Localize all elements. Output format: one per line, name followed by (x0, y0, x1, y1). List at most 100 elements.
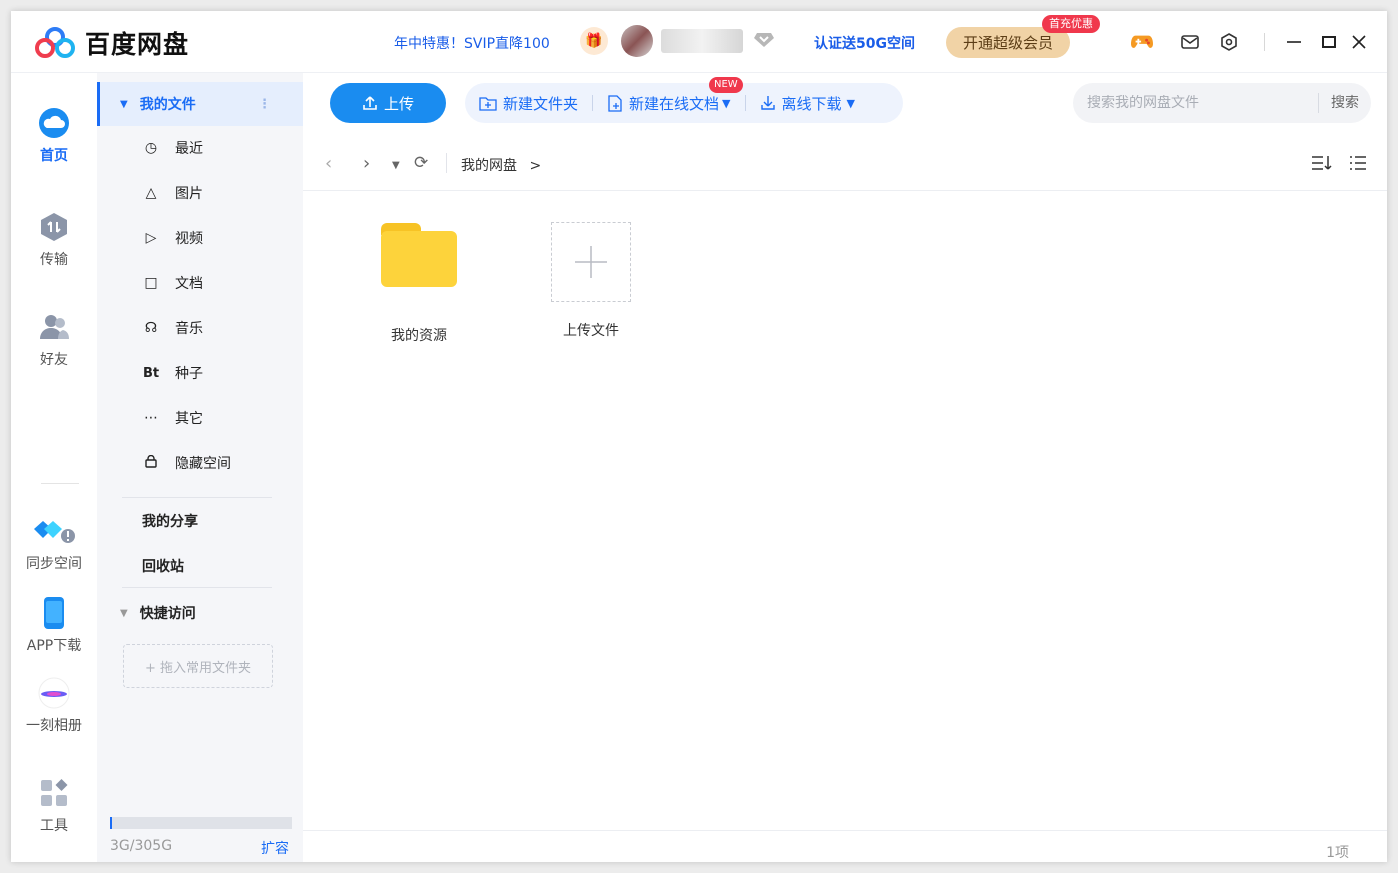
sidebar-item-images[interactable]: △ 图片 (97, 171, 303, 215)
game-icon[interactable] (1131, 31, 1153, 53)
rail-item-transfer[interactable]: 传输 (11, 211, 97, 269)
sidebar-item-recent[interactable]: ◷ 最近 (97, 126, 303, 170)
left-rail: 首页 传输 好友 同步空间 APP下载 一刻相册 工具 (11, 73, 97, 862)
quota-text: 3G/305G (110, 838, 173, 854)
image-icon: △ (145, 185, 157, 201)
upload-file-tile[interactable]: 上传文件 (536, 222, 646, 340)
sidebar-item-label: 视频 (175, 231, 203, 247)
certify-link[interactable]: 认证送50G空间 (814, 33, 915, 53)
minimize-icon[interactable] (1283, 31, 1305, 53)
rail-item-home[interactable]: 首页 (11, 107, 97, 165)
sidebar-recycle-label: 回收站 (142, 559, 184, 575)
diamond-icon[interactable] (753, 32, 775, 48)
file-name: 上传文件 (563, 323, 619, 339)
rail-item-sync[interactable]: 同步空间 (11, 515, 97, 573)
history-dropdown-icon[interactable]: ▼ (392, 160, 400, 171)
upload-label: 上传 (383, 94, 414, 113)
sidebar-item-recycle[interactable]: 回收站 (97, 544, 303, 588)
sidebar-item-videos[interactable]: ▷ 视频 (97, 216, 303, 260)
file-item-folder[interactable]: 我的资源 (364, 223, 474, 345)
cloud-icon (38, 107, 70, 139)
item-count: 1项 (1326, 845, 1349, 861)
mail-icon[interactable] (1179, 31, 1201, 53)
breadcrumb[interactable]: 我的网盘 > (461, 155, 541, 175)
document-icon: □ (144, 275, 158, 291)
rail-label-friends: 好友 (40, 352, 68, 368)
rail-label-album: 一刻相册 (26, 718, 82, 734)
breadcrumb-root[interactable]: 我的网盘 (461, 158, 517, 174)
new-folder-button[interactable]: 新建文件夹 (465, 83, 592, 123)
sidebar-my-files-label: 我的文件 (139, 97, 196, 113)
upload-button[interactable]: 上传 (330, 83, 446, 123)
back-icon[interactable]: ‹ (325, 153, 332, 174)
titlebar-separator (1264, 33, 1265, 51)
status-bar: 1项 (303, 830, 1387, 862)
sidebar-item-label: 其它 (175, 411, 203, 427)
plus-icon (551, 222, 631, 302)
maximize-icon[interactable] (1318, 31, 1340, 53)
navigation-bar: ‹ › ▼ ⟳ 我的网盘 > (303, 135, 1387, 191)
friends-icon (38, 311, 70, 343)
title-bar: 百度网盘 年中特惠！SVIP直降100 🎁 认证送50G空间 开通超级会员 首充… (11, 11, 1387, 73)
sync-icon (34, 515, 75, 547)
file-name: 我的资源 (391, 328, 447, 344)
avatar[interactable] (621, 25, 653, 57)
offline-download-button[interactable]: 离线下载 ▼ (746, 83, 869, 123)
rail-divider (41, 483, 79, 484)
baidu-netdisk-logo-icon (35, 27, 75, 58)
sort-icon[interactable] (1311, 155, 1333, 176)
clock-icon: ◷ (144, 140, 158, 156)
quick-access-drop-zone[interactable]: + 拖入常用文件夹 (123, 644, 273, 688)
new-folder-icon (479, 96, 497, 111)
promo-link[interactable]: 年中特惠！SVIP直降100 (394, 33, 550, 53)
forward-icon[interactable]: › (363, 153, 370, 174)
video-icon: ▷ (145, 230, 157, 246)
vip-badge: 首充优惠 (1042, 15, 1100, 33)
more-vertical-icon[interactable]: ⋮ (258, 97, 271, 112)
search-button[interactable]: 搜索 (1318, 93, 1371, 113)
new-doc-icon (608, 94, 622, 112)
nav-separator (446, 153, 447, 173)
phone-icon (38, 597, 70, 629)
sidebar-item-documents[interactable]: □ 文档 (97, 261, 303, 305)
sidebar-item-quick-access[interactable]: ▼ 快捷访问 (97, 591, 303, 635)
sidebar-item-hidden-space[interactable]: 隐藏空间 (97, 441, 303, 485)
sidebar-item-others[interactable]: ⋯ 其它 (97, 396, 303, 440)
settings-icon[interactable] (1218, 31, 1240, 53)
refresh-icon[interactable]: ⟳ (414, 153, 428, 173)
rail-label-app: APP下载 (26, 638, 82, 654)
sidebar-divider (122, 497, 272, 498)
expand-storage-link[interactable]: 扩容 (261, 838, 289, 858)
sidebar-item-music[interactable]: ☊ 音乐 (97, 306, 303, 350)
close-icon[interactable] (1348, 31, 1370, 53)
chevron-down-icon: ▼ (846, 96, 855, 110)
rail-label-tools: 工具 (40, 818, 68, 834)
collapse-caret-icon: ▼ (120, 607, 128, 619)
sidebar-item-my-share[interactable]: 我的分享 (97, 499, 303, 543)
action-toolbar: 新建文件夹 新建在线文档 ▼ 离线下载 ▼ (465, 83, 903, 123)
rail-label-home: 首页 (40, 148, 68, 164)
collapse-caret-icon: ▼ (120, 98, 128, 110)
rail-item-app[interactable]: APP下载 (11, 597, 97, 655)
rail-item-friends[interactable]: 好友 (11, 311, 97, 369)
rail-item-album[interactable]: 一刻相册 (11, 677, 97, 735)
app-name: 百度网盘 (85, 30, 190, 59)
tools-icon (38, 777, 70, 809)
username-blurred[interactable] (661, 29, 743, 53)
sidebar-item-label: 最近 (175, 141, 203, 157)
offline-download-label: 离线下载 (781, 94, 842, 113)
rail-item-tools[interactable]: 工具 (11, 777, 97, 835)
sidebar-item-label: 隐藏空间 (175, 456, 231, 472)
folder-icon (381, 223, 457, 287)
upload-icon (363, 96, 377, 110)
list-view-icon[interactable] (1349, 155, 1367, 176)
sidebar-item-label: 种子 (175, 366, 203, 382)
search-input[interactable] (1087, 95, 1327, 111)
lock-icon (142, 454, 160, 472)
app-logo[interactable]: 百度网盘 (35, 25, 189, 61)
quota-bar-fill (110, 817, 112, 829)
gift-icon[interactable]: 🎁 (580, 27, 608, 55)
sidebar-my-share-label: 我的分享 (142, 514, 198, 530)
sidebar-item-my-files[interactable]: ▼ 我的文件 ⋮ (97, 82, 303, 126)
sidebar-item-torrents[interactable]: Bt 种子 (97, 351, 303, 395)
